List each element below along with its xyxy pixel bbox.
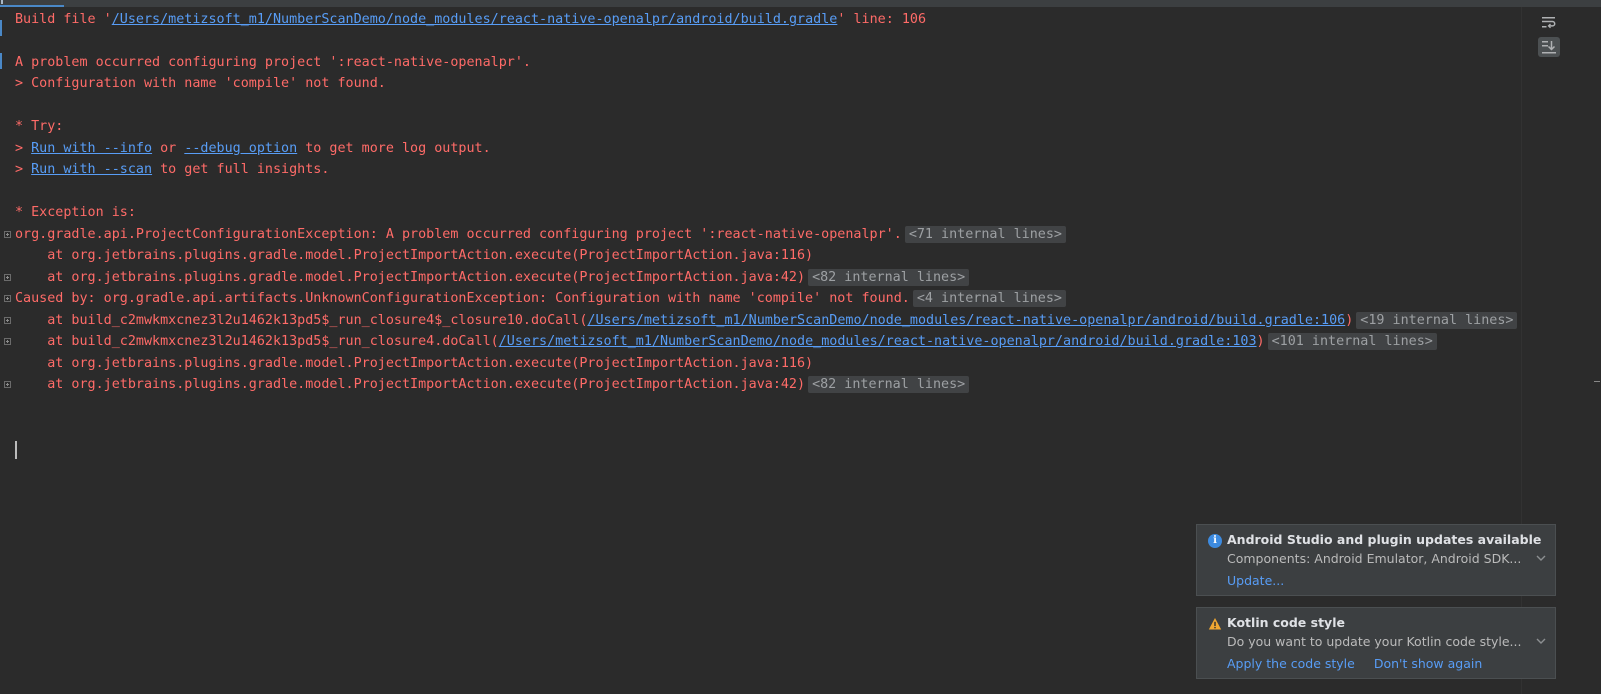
trace-prefix: at build_c2mwkmxcnez3l2u1462k13pd5$_run_… bbox=[15, 334, 499, 349]
try-header: * Try: bbox=[15, 119, 64, 134]
debug-option-link[interactable]: --debug option bbox=[184, 141, 297, 156]
trace-line: Caused by: org.gradle.api.artifacts.Unkn… bbox=[4, 288, 1066, 310]
update-link[interactable]: Update... bbox=[1227, 573, 1284, 588]
build-file-suffix: ' line: 106 bbox=[837, 12, 927, 27]
fold-expand-icon[interactable] bbox=[4, 338, 11, 345]
try1-prefix: > bbox=[15, 141, 32, 156]
top-tab-strip bbox=[0, 0, 1601, 7]
internal-lines-badge[interactable]: <82 internal lines> bbox=[808, 376, 970, 393]
dont-show-again-link[interactable]: Don't show again bbox=[1374, 656, 1482, 671]
build-file-prefix: Build file ' bbox=[15, 12, 112, 27]
problem-line: A problem occurred configuring project '… bbox=[15, 55, 531, 70]
info-icon: i bbox=[1208, 534, 1222, 548]
gutter-marker bbox=[0, 20, 2, 36]
internal-lines-badge[interactable]: <4 internal lines> bbox=[912, 290, 1066, 307]
build-gradle-link[interactable]: /Users/metizsoft_m1/NumberScanDemo/node_… bbox=[587, 313, 1345, 328]
gutter-marker bbox=[0, 53, 2, 69]
fold-expand-icon[interactable] bbox=[4, 381, 11, 388]
trace-prefix: at build_c2mwkmxcnez3l2u1462k13pd5$_run_… bbox=[15, 313, 588, 328]
trace-text: at org.jetbrains.plugins.gradle.model.Pr… bbox=[15, 248, 814, 263]
trace-line: at build_c2mwkmxcnez3l2u1462k13pd5$_run_… bbox=[4, 310, 1518, 332]
trace-text: at org.jetbrains.plugins.gradle.model.Pr… bbox=[15, 270, 806, 285]
notification-actions: Apply the code style Don't show again bbox=[1227, 656, 1497, 671]
trace-line: at org.jetbrains.plugins.gradle.model.Pr… bbox=[15, 353, 813, 375]
trace-line: at org.jetbrains.plugins.gradle.model.Pr… bbox=[4, 374, 970, 396]
notification-body: Components: Android Emulator, Android SD… bbox=[1227, 551, 1522, 566]
try2-suffix: to get full insights. bbox=[152, 162, 330, 177]
trace-line: org.gradle.api.ProjectConfigurationExcep… bbox=[4, 224, 1066, 246]
trace-line: at org.jetbrains.plugins.gradle.model.Pr… bbox=[15, 245, 813, 267]
active-tab-indicator[interactable] bbox=[0, 5, 64, 7]
notification-title: Android Studio and plugin updates availa… bbox=[1227, 532, 1542, 547]
build-file-link[interactable]: /Users/metizsoft_m1/NumberScanDemo/node_… bbox=[112, 12, 838, 27]
try2-prefix: > bbox=[15, 162, 32, 177]
kotlin-style-notification[interactable]: Kotlin code style Do you want to update … bbox=[1196, 607, 1556, 679]
notification-body: Do you want to update your Kotlin code s… bbox=[1227, 634, 1522, 649]
trace-text: at org.jetbrains.plugins.gradle.model.Pr… bbox=[15, 356, 814, 371]
internal-lines-badge[interactable]: <19 internal lines> bbox=[1356, 312, 1518, 329]
trace-suffix: ) bbox=[1345, 313, 1354, 328]
trace-text: at org.jetbrains.plugins.gradle.model.Pr… bbox=[15, 377, 806, 392]
trace-text: org.gradle.api.ProjectConfigurationExcep… bbox=[15, 227, 902, 242]
scrollbar-marker bbox=[1594, 381, 1600, 382]
internal-lines-badge[interactable]: <101 internal lines> bbox=[1267, 333, 1437, 350]
exception-header: * Exception is: bbox=[15, 205, 136, 220]
scroll-to-end-button[interactable] bbox=[1538, 37, 1560, 57]
updates-notification[interactable]: i Android Studio and plugin updates avai… bbox=[1196, 524, 1556, 596]
chevron-down-icon[interactable] bbox=[1535, 636, 1547, 646]
fold-expand-icon[interactable] bbox=[4, 317, 11, 324]
try-line-2: > Run with --scan to get full insights. bbox=[15, 159, 329, 181]
fold-expand-icon[interactable] bbox=[4, 274, 11, 281]
soft-wrap-icon bbox=[1542, 17, 1556, 29]
try1-mid: or bbox=[152, 141, 185, 156]
internal-lines-badge[interactable]: <71 internal lines> bbox=[904, 226, 1066, 243]
warning-icon bbox=[1208, 618, 1222, 630]
apply-code-style-link[interactable]: Apply the code style bbox=[1227, 656, 1355, 671]
soft-wrap-button[interactable] bbox=[1538, 12, 1560, 32]
text-cursor bbox=[15, 441, 17, 459]
trace-suffix: ) bbox=[1256, 334, 1265, 349]
config-not-found-line: > Configuration with name 'compile' not … bbox=[15, 76, 386, 91]
trace-line: at build_c2mwkmxcnez3l2u1462k13pd5$_run_… bbox=[4, 331, 1437, 353]
try1-suffix: to get more log output. bbox=[297, 141, 491, 156]
run-with-scan-link[interactable]: Run with --scan bbox=[31, 162, 152, 177]
tab-marker bbox=[1, 0, 3, 4]
build-file-line: Build file '/Users/metizsoft_m1/NumberSc… bbox=[15, 9, 926, 31]
notification-actions: Update... bbox=[1227, 573, 1299, 588]
try-line-1: > Run with --info or --debug option to g… bbox=[15, 138, 491, 160]
trace-line: at org.jetbrains.plugins.gradle.model.Pr… bbox=[4, 267, 970, 289]
build-gradle-link[interactable]: /Users/metizsoft_m1/NumberScanDemo/node_… bbox=[499, 334, 1257, 349]
scroll-to-end-icon bbox=[1542, 41, 1556, 54]
internal-lines-badge[interactable]: <82 internal lines> bbox=[808, 269, 970, 286]
run-with-info-link[interactable]: Run with --info bbox=[31, 141, 152, 156]
chevron-down-icon[interactable] bbox=[1535, 553, 1547, 563]
fold-expand-icon[interactable] bbox=[4, 295, 11, 302]
notification-title: Kotlin code style bbox=[1227, 615, 1345, 630]
left-gutter bbox=[0, 7, 6, 694]
trace-text: Caused by: org.gradle.api.artifacts.Unkn… bbox=[15, 291, 910, 306]
fold-expand-icon[interactable] bbox=[4, 231, 11, 238]
